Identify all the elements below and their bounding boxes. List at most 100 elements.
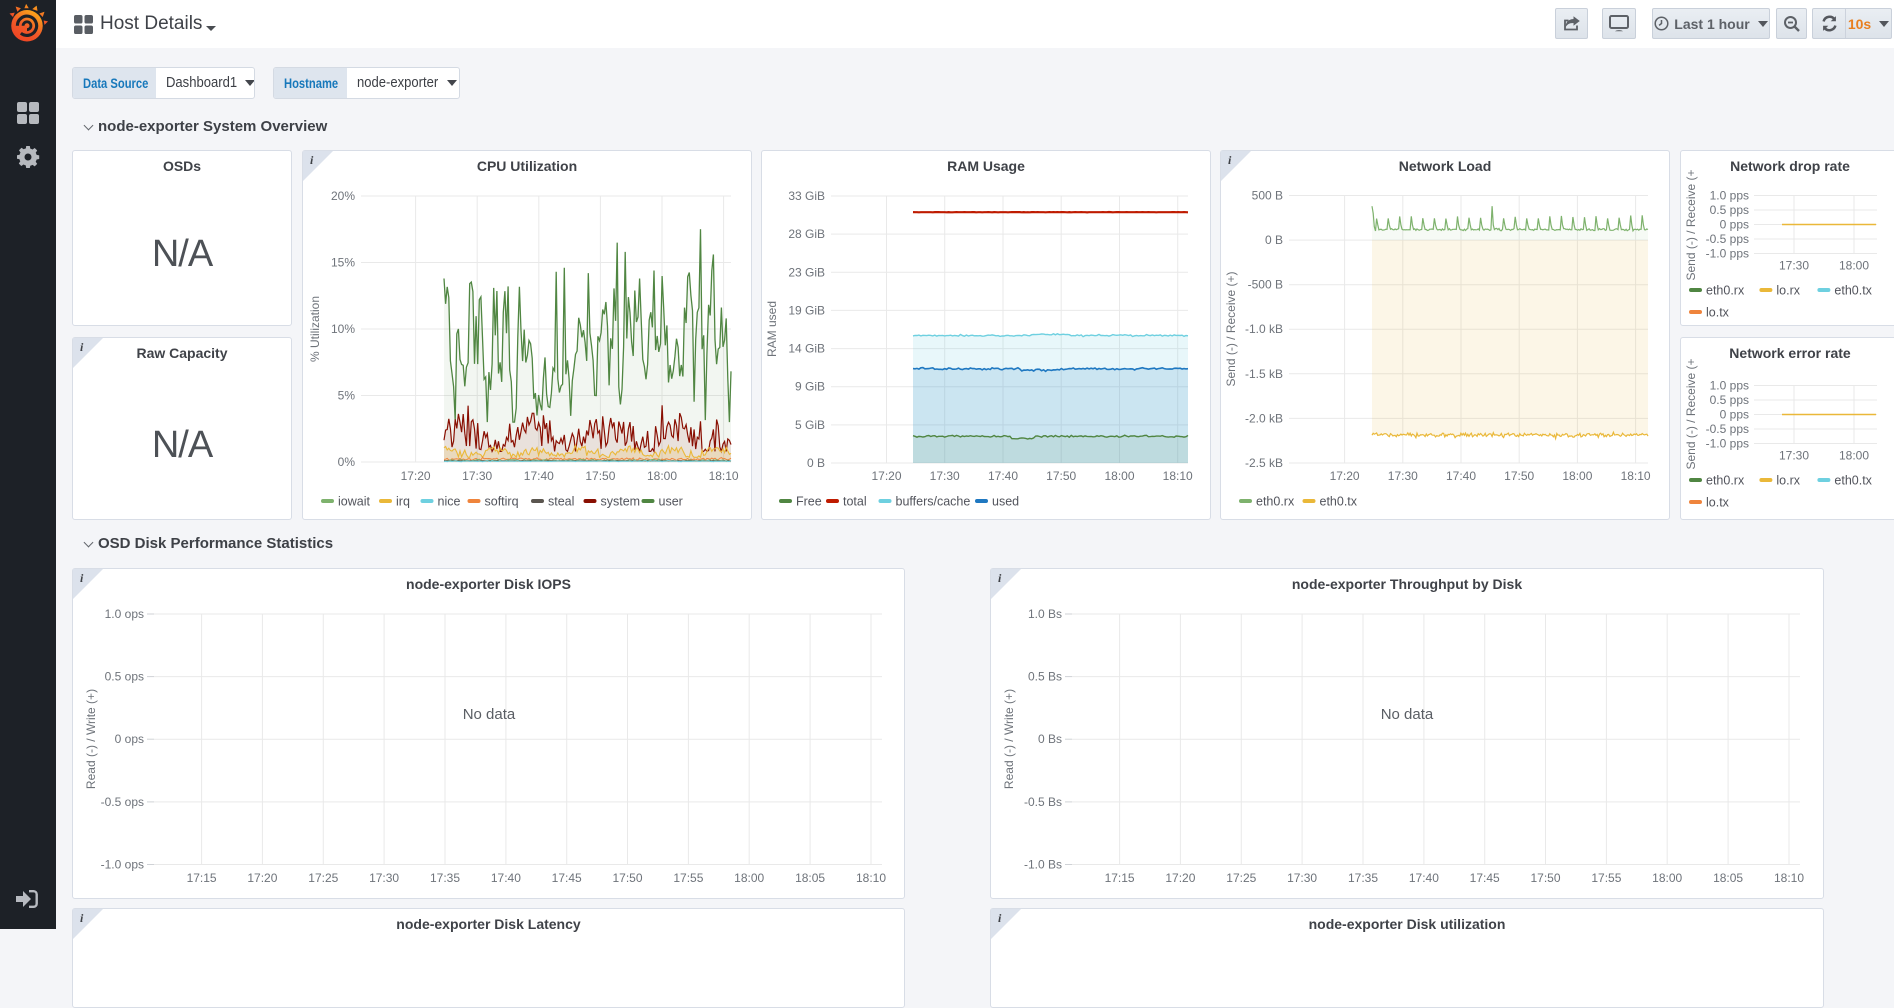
svg-text:Read (-) / Write (+): Read (-) / Write (+) [84, 689, 98, 789]
svg-text:steal: steal [548, 495, 574, 509]
svg-text:-0.5 ops: -0.5 ops [101, 795, 144, 809]
svg-text:17:30: 17:30 [1779, 449, 1809, 463]
svg-text:17:40: 17:40 [1409, 871, 1439, 885]
svg-text:18:00: 18:00 [1839, 259, 1869, 273]
svg-text:18:10: 18:10 [856, 871, 886, 885]
svg-text:-500 B: -500 B [1248, 278, 1283, 292]
svg-text:17:35: 17:35 [430, 871, 460, 885]
svg-text:18:00: 18:00 [647, 469, 677, 483]
svg-text:17:50: 17:50 [612, 871, 642, 885]
svg-text:-1.0 kB: -1.0 kB [1245, 322, 1283, 336]
svg-text:5 GiB: 5 GiB [795, 418, 825, 432]
svg-text:lo.rx: lo.rx [1776, 474, 1800, 488]
svg-text:17:20: 17:20 [871, 469, 901, 483]
svg-text:18:00: 18:00 [1562, 469, 1592, 483]
svg-text:23 GiB: 23 GiB [788, 265, 825, 279]
svg-text:18:00: 18:00 [1104, 469, 1134, 483]
svg-text:system: system [601, 495, 641, 509]
svg-text:17:30: 17:30 [369, 871, 399, 885]
svg-text:eth0.rx: eth0.rx [1706, 474, 1745, 488]
svg-text:28 GiB: 28 GiB [788, 227, 825, 241]
svg-text:1.0 Bs: 1.0 Bs [1028, 607, 1062, 621]
svg-text:Send (-) / Receive (+: Send (-) / Receive (+ [1684, 358, 1698, 469]
svg-text:18:10: 18:10 [1621, 469, 1651, 483]
svg-text:5%: 5% [338, 389, 356, 403]
svg-text:17:50: 17:50 [1046, 469, 1076, 483]
svg-text:10%: 10% [331, 322, 355, 336]
svg-text:17:30: 17:30 [1287, 871, 1317, 885]
svg-text:17:50: 17:50 [1530, 871, 1560, 885]
svg-text:buffers/cache: buffers/cache [896, 495, 971, 509]
svg-text:eth0.tx: eth0.tx [1834, 474, 1872, 488]
svg-text:0 Bs: 0 Bs [1038, 732, 1062, 746]
svg-text:iowait: iowait [338, 495, 370, 509]
svg-text:0 pps: 0 pps [1720, 218, 1749, 232]
svg-text:17:30: 17:30 [930, 469, 960, 483]
svg-text:1.0 pps: 1.0 pps [1710, 379, 1749, 393]
svg-text:eth0.rx: eth0.rx [1706, 284, 1745, 298]
svg-text:18:10: 18:10 [1774, 871, 1804, 885]
svg-text:17:25: 17:25 [308, 871, 338, 885]
svg-text:17:40: 17:40 [491, 871, 521, 885]
svg-text:RAM used: RAM used [765, 301, 779, 357]
svg-text:17:20: 17:20 [401, 469, 431, 483]
svg-text:17:15: 17:15 [187, 871, 217, 885]
svg-text:18:05: 18:05 [1713, 871, 1743, 885]
svg-text:17:35: 17:35 [1348, 871, 1378, 885]
svg-text:lo.rx: lo.rx [1776, 284, 1800, 298]
svg-text:-2.0 kB: -2.0 kB [1245, 411, 1283, 425]
svg-text:17:45: 17:45 [1470, 871, 1500, 885]
svg-text:softirq: softirq [485, 495, 519, 509]
svg-text:17:50: 17:50 [1504, 469, 1534, 483]
svg-text:0.5 pps: 0.5 pps [1710, 203, 1749, 217]
svg-text:eth0.tx: eth0.tx [1834, 284, 1872, 298]
svg-text:eth0.rx: eth0.rx [1256, 495, 1295, 509]
svg-text:17:45: 17:45 [552, 871, 582, 885]
svg-text:17:50: 17:50 [585, 469, 615, 483]
svg-text:500 B: 500 B [1252, 189, 1283, 203]
svg-text:1.0 pps: 1.0 pps [1710, 189, 1749, 203]
svg-text:18:05: 18:05 [795, 871, 825, 885]
svg-text:17:30: 17:30 [1779, 259, 1809, 273]
svg-text:19 GiB: 19 GiB [788, 303, 825, 317]
svg-text:-1.0 Bs: -1.0 Bs [1024, 858, 1062, 872]
svg-text:Send (-) / Receive (+): Send (-) / Receive (+) [1224, 271, 1238, 386]
svg-text:15%: 15% [331, 256, 355, 270]
svg-text:-0.5 pps: -0.5 pps [1706, 232, 1749, 246]
svg-text:total: total [843, 495, 867, 509]
svg-text:0.5 ops: 0.5 ops [105, 670, 144, 684]
svg-text:0 B: 0 B [807, 456, 825, 470]
svg-text:Read (-) / Write (+): Read (-) / Write (+) [1002, 689, 1016, 789]
svg-text:17:20: 17:20 [1165, 871, 1195, 885]
svg-text:17:55: 17:55 [1591, 871, 1621, 885]
svg-text:33 GiB: 33 GiB [788, 189, 825, 203]
svg-text:0 pps: 0 pps [1720, 408, 1749, 422]
svg-text:Free: Free [796, 495, 822, 509]
svg-text:-0.5 Bs: -0.5 Bs [1024, 795, 1062, 809]
svg-text:18:00: 18:00 [734, 871, 764, 885]
svg-text:0 ops: 0 ops [115, 732, 144, 746]
svg-text:0.5 Bs: 0.5 Bs [1028, 670, 1062, 684]
svg-text:-1.0 pps: -1.0 pps [1706, 247, 1749, 261]
svg-text:nice: nice [438, 495, 461, 509]
svg-text:20%: 20% [331, 189, 355, 203]
svg-text:used: used [992, 495, 1019, 509]
svg-text:18:10: 18:10 [709, 469, 739, 483]
svg-text:18:00: 18:00 [1839, 449, 1869, 463]
svg-text:Send (-) / Receive (+: Send (-) / Receive (+ [1684, 169, 1698, 280]
svg-text:14 GiB: 14 GiB [788, 342, 825, 356]
svg-text:9 GiB: 9 GiB [795, 380, 825, 394]
svg-text:0%: 0% [338, 455, 356, 469]
svg-text:No data: No data [1381, 706, 1434, 723]
svg-text:17:40: 17:40 [1446, 469, 1476, 483]
svg-text:18:00: 18:00 [1652, 871, 1682, 885]
svg-text:17:20: 17:20 [1330, 469, 1360, 483]
svg-text:-1.0 ops: -1.0 ops [101, 858, 144, 872]
svg-text:17:30: 17:30 [1388, 469, 1418, 483]
svg-text:1.0 ops: 1.0 ops [105, 607, 144, 621]
svg-text:0 B: 0 B [1265, 233, 1283, 247]
svg-text:irq: irq [396, 495, 410, 509]
svg-text:17:40: 17:40 [524, 469, 554, 483]
svg-text:18:10: 18:10 [1163, 469, 1193, 483]
svg-text:eth0.tx: eth0.tx [1320, 495, 1358, 509]
